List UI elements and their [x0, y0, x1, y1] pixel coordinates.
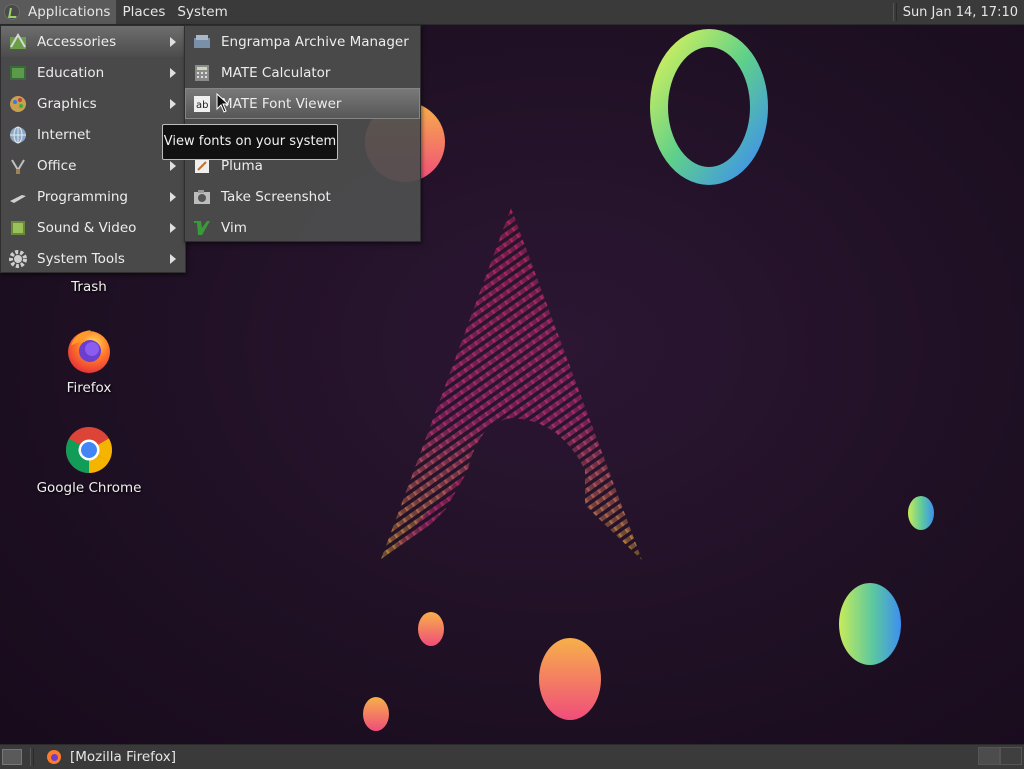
sound-video-icon — [8, 218, 28, 238]
menu-item-graphics[interactable]: Graphics — [1, 88, 185, 119]
mouse-cursor-icon — [216, 93, 230, 113]
bubble-deco — [839, 583, 901, 665]
desktop-icon-label: Trash — [71, 279, 107, 295]
accessories-icon — [8, 32, 28, 52]
bubble-deco — [908, 496, 934, 530]
distro-logo-icon — [4, 4, 20, 20]
chrome-icon — [66, 427, 112, 473]
submenu-arrow-icon — [170, 68, 176, 78]
tooltip: View fonts on your system — [162, 124, 338, 160]
menu-item-label: Education — [37, 64, 105, 81]
firefox-icon — [68, 330, 110, 373]
system-tools-icon — [8, 249, 28, 269]
education-icon — [8, 63, 28, 83]
menu-item-system-tools[interactable]: System Tools — [1, 243, 185, 274]
menu-item-accessories[interactable]: Accessories — [1, 26, 185, 57]
desktop-icon-firefox[interactable]: Firefox — [29, 326, 149, 396]
submenu-arrow-icon — [170, 99, 176, 109]
menu-item-label: Internet — [37, 126, 91, 143]
menu-item-label: Office — [37, 157, 77, 174]
top-panel: Applications Places System Sun Jan 14, 1… — [0, 0, 1024, 25]
menu-item-label: MATE Calculator — [221, 64, 331, 81]
menu-item-education[interactable]: Education — [1, 57, 185, 88]
menu-item-programming[interactable]: Programming — [1, 181, 185, 212]
desktop-icon-chrome[interactable]: Google Chrome — [29, 426, 149, 496]
office-icon — [8, 156, 28, 176]
menu-item-label: Sound & Video — [37, 219, 137, 236]
places-menu[interactable]: Places — [116, 0, 171, 24]
calculator-icon — [192, 63, 212, 83]
panel-separator — [892, 3, 897, 21]
ring-deco — [650, 29, 768, 185]
desktop-icon-label: Firefox — [66, 380, 112, 396]
vim-icon — [192, 218, 212, 238]
clock[interactable]: Sun Jan 14, 17:10 — [903, 5, 1024, 20]
taskbar-window-button[interactable]: [Mozilla Firefox] — [40, 746, 182, 768]
menu-item-internet[interactable]: Internet — [1, 119, 185, 150]
menu-item-label: System Tools — [37, 250, 125, 267]
applications-menu[interactable]: Applications — [0, 0, 117, 24]
programming-icon — [8, 187, 28, 207]
svg-text:ab: ab — [196, 100, 208, 111]
system-menu[interactable]: System — [171, 0, 233, 24]
submenu-arrow-icon — [170, 161, 176, 171]
menu-item-screenshot[interactable]: Take Screenshot — [185, 181, 420, 212]
menu-item-calculator[interactable]: MATE Calculator — [185, 57, 420, 88]
menu-item-label: Accessories — [37, 33, 117, 50]
desktop-icon-trash[interactable]: Trash — [29, 277, 149, 295]
taskbar-window-title: [Mozilla Firefox] — [70, 749, 177, 765]
menu-item-sound-video[interactable]: Sound & Video — [1, 212, 185, 243]
menu-item-label: MATE Font Viewer — [221, 95, 342, 112]
menu-item-label: Graphics — [37, 95, 97, 112]
graphics-icon — [8, 94, 28, 114]
bottom-panel: [Mozilla Firefox] — [0, 744, 1024, 769]
bubble-deco — [363, 697, 389, 731]
menu-item-label: Programming — [37, 188, 128, 205]
show-desktop-button[interactable] — [2, 749, 22, 765]
submenu-arrow-icon — [170, 37, 176, 47]
menu-item-label: Take Screenshot — [221, 188, 331, 205]
submenu-arrow-icon — [170, 192, 176, 202]
screenshot-icon — [192, 187, 212, 207]
menu-item-vim[interactable]: Vim — [185, 212, 420, 243]
arch-logo — [380, 208, 642, 562]
bubble-deco — [418, 612, 444, 646]
applications-menu-label: Applications — [28, 4, 111, 20]
menu-item-label: Vim — [221, 219, 247, 236]
font-viewer-icon: ab — [192, 94, 212, 114]
clock-applet[interactable]: Sun Jan 14, 17:10 — [892, 0, 1024, 24]
submenu-arrow-icon — [170, 254, 176, 264]
workspace-switcher — [978, 747, 1022, 767]
workspace-2[interactable] — [1000, 747, 1022, 765]
archive-manager-icon — [192, 32, 212, 52]
bubble-deco — [539, 638, 601, 720]
workspace-1[interactable] — [978, 747, 1000, 765]
firefox-icon — [47, 750, 61, 764]
submenu-arrow-icon — [170, 223, 176, 233]
menu-item-engrampa[interactable]: Engrampa Archive Manager — [185, 26, 420, 57]
panel-separator — [30, 748, 34, 766]
desktop-icon-label: Google Chrome — [36, 480, 142, 496]
menu-item-label: Engrampa Archive Manager — [221, 33, 409, 50]
internet-icon — [8, 125, 28, 145]
applications-main-menu: Accessories Education Graphics Internet … — [0, 25, 186, 273]
menu-item-office[interactable]: Office — [1, 150, 185, 181]
